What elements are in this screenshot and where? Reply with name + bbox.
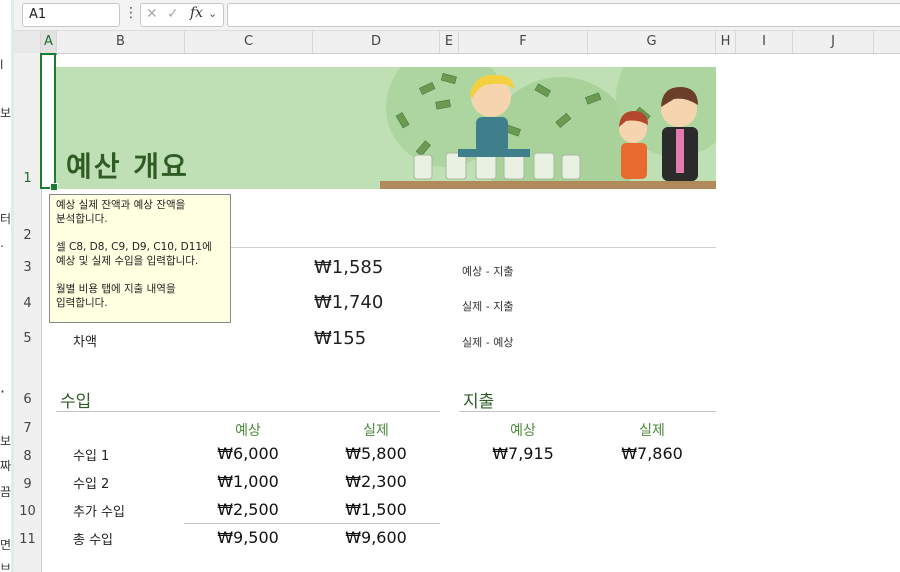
- row-header-5[interactable]: 5: [14, 331, 41, 346]
- income-total-actual[interactable]: ₩9,600: [312, 528, 440, 547]
- edge-char: .: [0, 236, 4, 250]
- name-box[interactable]: A1 ⌄: [22, 3, 120, 27]
- row-header-1[interactable]: 1: [14, 171, 41, 186]
- column-header-i[interactable]: I: [736, 31, 793, 53]
- column-header-a[interactable]: A: [41, 31, 57, 55]
- row-header-2[interactable]: 2: [14, 228, 41, 243]
- formula-input[interactable]: [227, 3, 900, 27]
- formula-buttons: ✕ ✓ fx ⌄: [140, 3, 224, 27]
- formula-bar: A1 ⌄ ⋮ ✕ ✓ fx ⌄: [14, 0, 900, 31]
- row-header-11[interactable]: 11: [14, 532, 41, 547]
- divider: [231, 247, 716, 248]
- more-options-icon[interactable]: ⋮: [124, 5, 138, 21]
- income-total-label[interactable]: 총 수입: [73, 529, 113, 548]
- row-headers: 1 2 3 4 5 6 7 8 9 10 11: [14, 53, 42, 572]
- row-header-8[interactable]: 8: [14, 449, 41, 464]
- column-header-b[interactable]: B: [57, 31, 185, 53]
- expense-actual-header[interactable]: 실제: [588, 420, 716, 440]
- income-expected-cell[interactable]: ₩2,500: [184, 500, 312, 519]
- income-actual-header[interactable]: 실제: [312, 420, 440, 440]
- edge-char: l: [0, 58, 4, 72]
- expense-divider: [459, 411, 716, 412]
- chevron-down-icon[interactable]: ⌄: [208, 7, 217, 20]
- family-illustration: [395, 72, 698, 181]
- income-expected-header[interactable]: 예상: [184, 420, 312, 440]
- column-header-d[interactable]: D: [313, 31, 440, 53]
- table-surface: [380, 181, 716, 189]
- income-row-label[interactable]: 추가 수입: [73, 501, 125, 520]
- column-header-j[interactable]: J: [793, 31, 874, 53]
- expense-expected-cell[interactable]: ₩7,915: [459, 444, 587, 463]
- background-window-edge: l 보 터 . · 보 짜 끔 면 브: [0, 0, 15, 572]
- edge-char: 면: [0, 538, 12, 552]
- tooltip-line: 입력합니다.: [56, 297, 108, 309]
- edge-char: ·: [0, 382, 6, 401]
- edge-char: 브: [0, 562, 12, 572]
- selected-cell-a1[interactable]: [40, 53, 58, 191]
- summary-note[interactable]: 실제 - 지출: [462, 298, 513, 314]
- tooltip-line: 셀 C8, D8, C9, D9, C10, D11에: [56, 241, 212, 253]
- edge-char: 보: [0, 106, 12, 120]
- tooltip-line: 월별 비용 탭에 지출 내역을: [56, 283, 176, 295]
- edge-char: 짜: [0, 459, 12, 473]
- income-row-label[interactable]: 수입 2: [73, 473, 109, 492]
- column-header-g[interactable]: G: [588, 31, 716, 53]
- summary-note[interactable]: 예상 - 지출: [462, 263, 513, 279]
- income-title[interactable]: 수입: [60, 387, 91, 412]
- tooltip-line: 예상 실제 잔액과 예상 잔액을: [56, 199, 186, 211]
- edge-char: 끔: [0, 485, 12, 499]
- expense-expected-header[interactable]: 예상: [459, 420, 587, 440]
- summary-value[interactable]: ₩1,585: [314, 257, 383, 278]
- column-header-f[interactable]: F: [459, 31, 588, 53]
- income-total-expected[interactable]: ₩9,500: [184, 528, 312, 547]
- insert-function-icon[interactable]: fx: [190, 5, 203, 21]
- tooltip-line: 예상 및 실제 수입을 입력합니다.: [56, 255, 199, 267]
- cell-comment-tooltip: 예상 실제 잔액과 예상 잔액을 분석합니다. 셀 C8, D8, C9, D9…: [49, 194, 231, 323]
- row-header-10[interactable]: 10: [14, 504, 41, 519]
- expense-actual-cell[interactable]: ₩7,860: [588, 444, 716, 463]
- expense-title[interactable]: 지출: [463, 387, 494, 412]
- income-expected-cell[interactable]: ₩1,000: [184, 472, 312, 491]
- summary-value[interactable]: ₩155: [314, 328, 366, 349]
- cancel-icon[interactable]: ✕: [146, 6, 158, 22]
- summary-value[interactable]: ₩1,740: [314, 292, 383, 313]
- column-header-h[interactable]: H: [716, 31, 736, 53]
- income-actual-cell[interactable]: ₩2,300: [312, 472, 440, 491]
- edge-char: 보: [0, 434, 12, 448]
- fill-handle[interactable]: [50, 183, 58, 191]
- check-icon[interactable]: ✓: [167, 6, 179, 22]
- row-header-4[interactable]: 4: [14, 296, 41, 311]
- budget-banner: 예산 개요: [56, 67, 716, 189]
- column-headers: A B C D E F G H I J: [14, 31, 900, 55]
- column-header-e[interactable]: E: [440, 31, 459, 53]
- tooltip-line: 분석합니다.: [56, 213, 108, 225]
- edge-char: 터: [0, 212, 12, 226]
- income-actual-cell[interactable]: ₩5,800: [312, 444, 440, 463]
- chevron-down-icon[interactable]: ⌄: [29, 6, 113, 19]
- income-divider: [56, 411, 440, 412]
- summary-label[interactable]: 차액: [73, 331, 97, 350]
- row-header-3[interactable]: 3: [14, 260, 41, 275]
- summary-note[interactable]: 실제 - 예상: [462, 334, 513, 350]
- column-header-c[interactable]: C: [185, 31, 313, 53]
- income-actual-cell[interactable]: ₩1,500: [312, 500, 440, 519]
- income-expected-cell[interactable]: ₩6,000: [184, 444, 312, 463]
- select-all-button[interactable]: [14, 31, 41, 53]
- row-header-6[interactable]: 6: [14, 392, 41, 407]
- income-row-label[interactable]: 수입 1: [73, 445, 109, 464]
- row-header-9[interactable]: 9: [14, 477, 41, 492]
- row-header-7[interactable]: 7: [14, 421, 41, 436]
- page-title: 예산 개요: [66, 150, 189, 183]
- total-divider: [184, 523, 440, 524]
